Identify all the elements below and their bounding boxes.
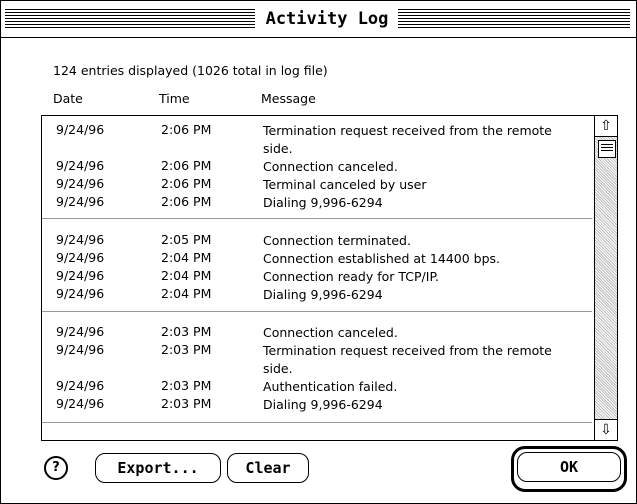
row-time: 2:04 PM <box>161 286 212 301</box>
row-message: Termination request received from the re… <box>263 123 552 156</box>
row-message: Terminal canceled by user <box>263 177 427 192</box>
down-arrow-icon[interactable]: ⇩ <box>595 419 617 440</box>
title-stripes-right <box>398 9 630 29</box>
row-message: Termination request received from the re… <box>263 343 552 376</box>
column-header-message: Message <box>261 91 316 106</box>
vertical-scrollbar[interactable]: ⇧ ⇩ <box>594 116 617 440</box>
group-separator <box>42 218 592 219</box>
row-time: 2:04 PM <box>161 250 212 265</box>
row-message: Dialing 9,996-6294 <box>263 195 383 210</box>
row-date: 9/24/96 <box>56 342 105 357</box>
group-separator <box>42 311 592 312</box>
ok-button[interactable]: OK <box>517 452 621 482</box>
row-time: 2:06 PM <box>161 176 212 191</box>
title-bar[interactable]: Activity Log <box>1 1 636 38</box>
row-message: Connection established at 14400 bps. <box>263 251 501 266</box>
column-header-time: Time <box>159 91 190 106</box>
row-message: Connection canceled. <box>263 159 398 174</box>
row-time: 2:05 PM <box>161 232 212 247</box>
title-stripes-left <box>5 9 255 29</box>
row-date: 9/24/96 <box>56 250 105 265</box>
row-date: 9/24/96 <box>56 286 105 301</box>
log-list[interactable]: 9/24/96 2:06 PM Termination request rece… <box>41 115 618 441</box>
activity-log-window: Activity Log 124 entries displayed (1026… <box>0 0 637 504</box>
entries-summary: 124 entries displayed (1026 total in log… <box>53 63 328 78</box>
row-date: 9/24/96 <box>56 378 105 393</box>
group-separator <box>42 422 592 423</box>
row-time: 2:04 PM <box>161 268 212 283</box>
export-button[interactable]: Export... <box>95 453 221 483</box>
question-icon[interactable]: ? <box>44 456 68 480</box>
row-time: 2:06 PM <box>161 122 212 137</box>
row-date: 9/24/96 <box>56 176 105 191</box>
clear-button[interactable]: Clear <box>227 453 309 483</box>
row-time: 2:03 PM <box>161 378 212 393</box>
row-message: Dialing 9,996-6294 <box>263 287 383 302</box>
row-date: 9/24/96 <box>56 194 105 209</box>
up-arrow-icon[interactable]: ⇧ <box>595 116 617 137</box>
row-date: 9/24/96 <box>56 122 105 137</box>
row-message: Authentication failed. <box>263 379 398 394</box>
row-date: 9/24/96 <box>56 396 105 411</box>
row-date: 9/24/96 <box>56 232 105 247</box>
row-message: Connection ready for TCP/IP. <box>263 269 440 284</box>
row-time: 2:03 PM <box>161 324 212 339</box>
row-date: 9/24/96 <box>56 324 105 339</box>
row-date: 9/24/96 <box>56 268 105 283</box>
row-time: 2:06 PM <box>161 194 212 209</box>
row-time: 2:06 PM <box>161 158 212 173</box>
row-message: Connection canceled. <box>263 325 398 340</box>
row-time: 2:03 PM <box>161 396 212 411</box>
row-message: Dialing 9,996-6294 <box>263 397 383 412</box>
row-time: 2:03 PM <box>161 342 212 357</box>
scroll-thumb[interactable] <box>598 140 616 158</box>
window-title: Activity Log <box>257 5 397 33</box>
row-message: Connection terminated. <box>263 233 411 248</box>
column-header-date: Date <box>53 91 83 106</box>
row-date: 9/24/96 <box>56 158 105 173</box>
